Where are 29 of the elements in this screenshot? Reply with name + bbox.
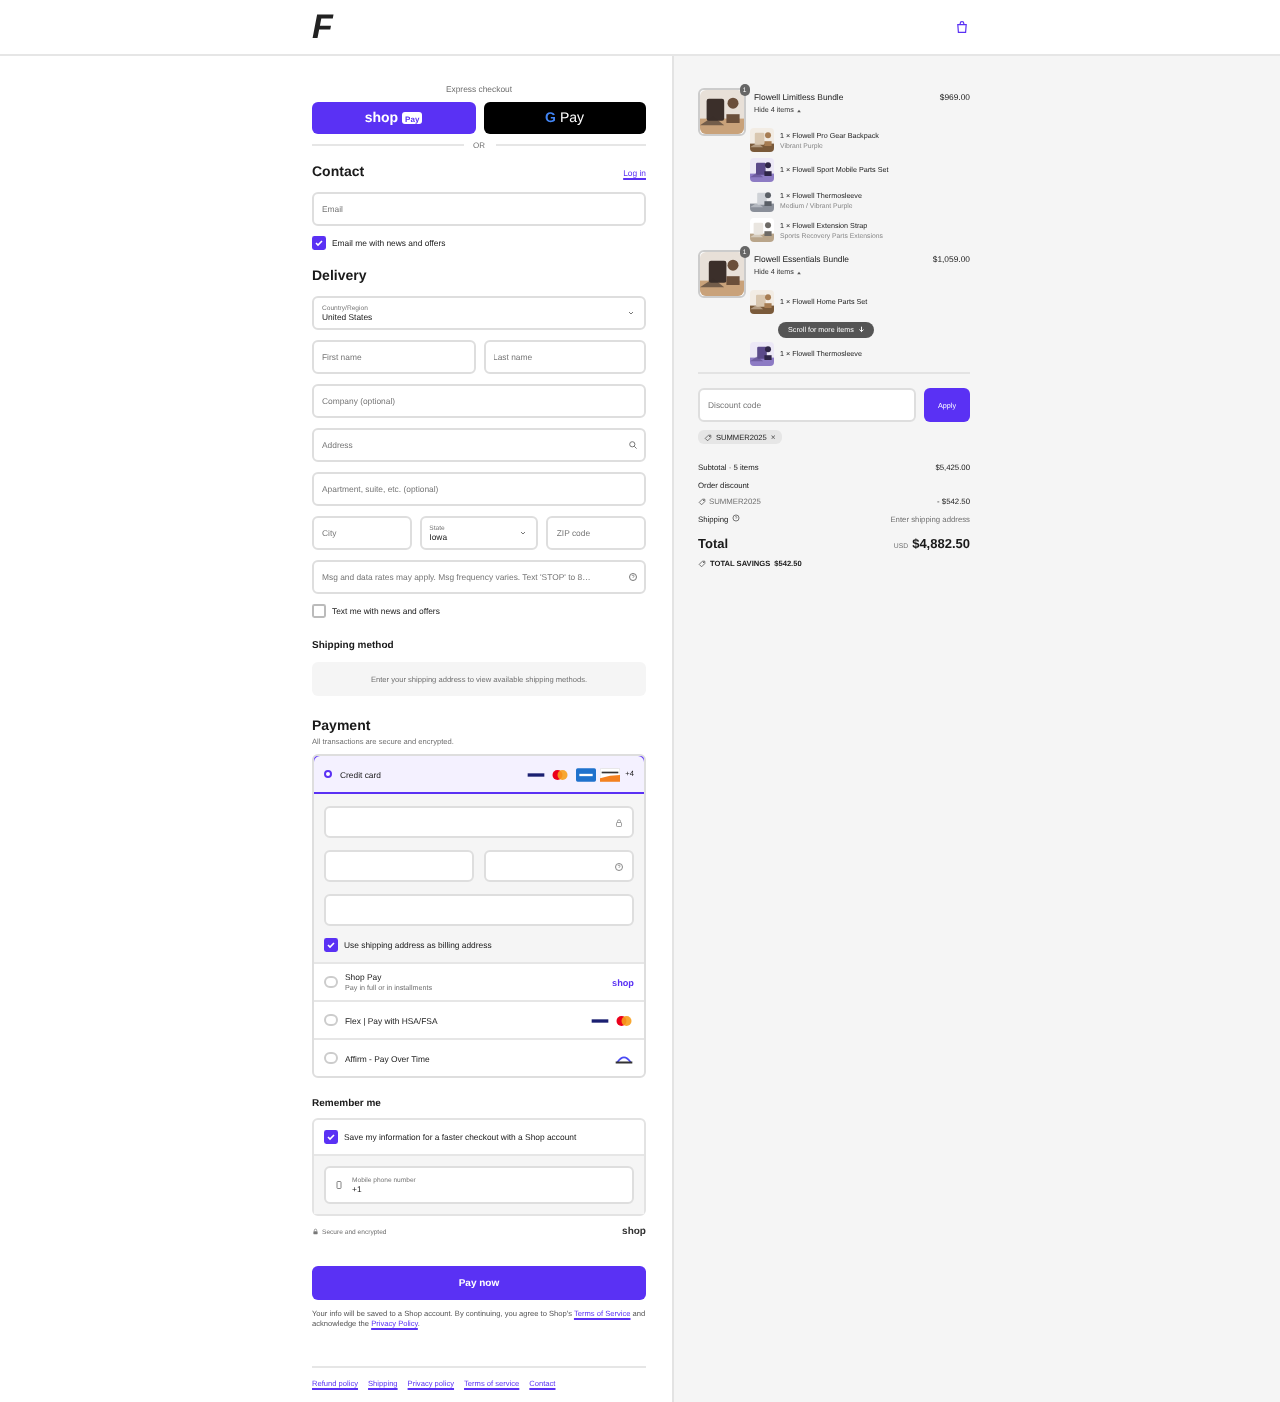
phone-icon (334, 1180, 344, 1190)
card-brand-icon (600, 767, 621, 781)
tag-icon (704, 433, 712, 442)
name-on-card-field[interactable] (324, 894, 634, 926)
card-brand-icon (550, 767, 571, 781)
help-icon (614, 861, 624, 871)
security-code-field[interactable] (484, 850, 634, 882)
search-icon (628, 440, 638, 450)
affirm-logo-icon (614, 1051, 634, 1065)
shopping-bag-icon[interactable] (956, 20, 968, 34)
lock-icon (312, 1228, 319, 1236)
checkbox[interactable] (312, 236, 326, 250)
checkbox[interactable] (324, 938, 338, 952)
tag-icon (698, 497, 706, 506)
card-brand-icon (525, 767, 546, 781)
checkbox[interactable] (324, 1130, 338, 1144)
caret-icon (795, 107, 802, 113)
help-icon (628, 572, 638, 582)
store-logo[interactable]: F (312, 10, 331, 44)
card-number-field[interactable] (324, 806, 634, 838)
arrow-down-icon (857, 326, 865, 334)
card-brand-icon (575, 767, 596, 781)
caret-icon (795, 269, 802, 275)
tag-icon (698, 559, 706, 568)
lock-icon (614, 817, 624, 827)
help-icon[interactable] (731, 514, 740, 523)
expiration-field[interactable] (324, 850, 474, 882)
checkbox[interactable] (312, 604, 326, 618)
radio-button[interactable] (324, 770, 332, 778)
